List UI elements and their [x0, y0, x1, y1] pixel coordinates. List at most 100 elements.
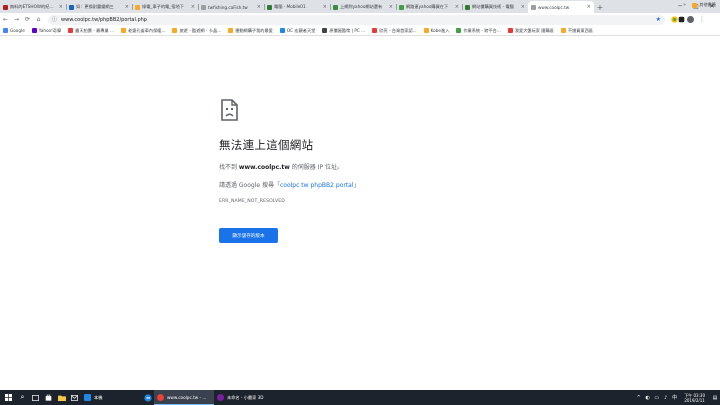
- browser-tab[interactable]: 電腦 - Mobile01 ×: [264, 1, 330, 13]
- bookmark-label: 運動網購子我的最愛: [235, 27, 273, 33]
- url-text[interactable]: www.coolpc.tw/phpBB2/portal.php: [61, 17, 656, 23]
- tray-icon[interactable]: ^: [634, 390, 643, 405]
- browser-tab[interactable]: 綠電_車子的電_宿地下 ×: [132, 1, 198, 13]
- task-view-button[interactable]: [29, 390, 42, 405]
- browser-tab[interactable]: twfishing.caFish.tw ×: [198, 1, 264, 13]
- bookmark-label: 露天拍賣 - 最專業 ...: [75, 27, 114, 33]
- tray-icon[interactable]: ◐: [643, 390, 652, 405]
- error-host: www.coolpc.tw: [238, 164, 290, 171]
- browser-tab[interactable]: 無料的ETSHOW的紀念館 ×: [0, 1, 66, 13]
- error-desc-suffix: 的伺服器 IP 位址。: [289, 164, 343, 171]
- error-description: 找不到 www.coolpc.tw 的伺服器 IP 位址。: [219, 162, 419, 171]
- page-content: 無法連上這個網站 找不到 www.coolpc.tw 的伺服器 IP 位址。 請…: [0, 37, 720, 390]
- tab-close-icon[interactable]: ×: [455, 4, 459, 10]
- browser-tab[interactable]: www.coolpc.tw ×: [528, 1, 594, 13]
- home-button[interactable]: ⌂: [33, 14, 44, 25]
- browser-menu-button[interactable]: ⋮: [696, 14, 708, 25]
- bookmark-item[interactable]: 原價屋酷幣 | PC ...: [322, 28, 365, 34]
- tab-close-icon[interactable]: ×: [323, 4, 327, 10]
- bookmark-item[interactable]: 不錯買東西區: [560, 28, 593, 34]
- tab-title: www.coolpc.tw: [538, 4, 570, 10]
- toolbar-actions: ⋮: [671, 14, 708, 25]
- edge-button[interactable]: [141, 390, 154, 405]
- taskbar-app-pinned[interactable]: 本機: [81, 390, 141, 405]
- bookmark-label: 旅遊 - 酷遊網 - 卡晶...: [179, 27, 222, 33]
- store-button[interactable]: [42, 390, 55, 405]
- extension-icon[interactable]: [671, 14, 678, 25]
- browser-tab[interactable]: 網站價購買技術 - 電腦 ×: [462, 1, 528, 13]
- tab-favicon-icon: [135, 4, 140, 10]
- tab-title: 電腦 - Mobile01: [274, 4, 306, 9]
- tab-close-icon[interactable]: ×: [191, 4, 195, 10]
- tray-icon[interactable]: 中: [670, 390, 679, 405]
- taskbar-pinned-label: 本機: [94, 394, 103, 400]
- taskbar: ⌕ 本機 www.coolpc.tw - ... 未命名 - 小畫家 3D ^ ◐ ▭…: [0, 390, 720, 405]
- browser-tab[interactable]: 網路連yahoo購買在下 ×: [396, 1, 462, 13]
- suggestion-suffix: 」: [353, 182, 360, 189]
- site-info-icon[interactable]: ⓘ: [52, 16, 57, 23]
- bookmark-item[interactable]: 我愛大盤玩家 團購區: [507, 27, 554, 34]
- show-saved-copy-button[interactable]: 顯示儲存的版本: [219, 228, 278, 243]
- bookmark-favicon-icon: [228, 28, 234, 33]
- tab-favicon-icon: [201, 4, 206, 10]
- notification-center-button[interactable]: ▤: [710, 390, 720, 405]
- other-bookmarks[interactable]: 其他書籤: [692, 0, 716, 10]
- tab-title: 上網到yahoo網站還有: [340, 4, 383, 9]
- tab-close-icon[interactable]: ×: [59, 4, 63, 10]
- bookmark-item[interactable]: 老婆孔雀車內保暖...: [120, 28, 165, 34]
- bookmark-item[interactable]: 旅遊 - 酷遊網 - 卡晶...: [172, 28, 221, 34]
- bookmark-item[interactable]: 運動網購子我的最愛: [228, 28, 273, 34]
- bookmark-item[interactable]: Kobe進入: [423, 28, 449, 34]
- bookmark-item[interactable]: Google: [3, 28, 25, 33]
- bookmark-label: 原價屋酷幣 | PC ...: [329, 27, 366, 33]
- bookmark-item[interactable]: 作業系統 - 跨平台...: [456, 28, 501, 34]
- tray-icon[interactable]: ♪: [661, 390, 670, 405]
- google-search-link[interactable]: coolpc tw phpBB2 portal: [280, 182, 354, 189]
- windows-icon: [4, 394, 12, 401]
- other-bookmarks-label: 其他書籤: [699, 2, 716, 7]
- mail-icon: [71, 394, 78, 401]
- tab-close-icon[interactable]: ×: [587, 4, 591, 10]
- bookmark-label: OC 宏觀者天堂: [286, 27, 316, 33]
- folder-button[interactable]: [55, 390, 68, 405]
- tab-title: 綠電_車子的電_宿地下: [142, 4, 184, 9]
- bookmark-favicon-icon: [3, 28, 8, 33]
- bookmark-item[interactable]: 欣亮 - 台灣首家認...: [372, 28, 417, 34]
- taskbar-task-label: www.coolpc.tw - ...: [167, 394, 207, 400]
- taskbar-task[interactable]: 未命名 - 小畫家 3D: [214, 390, 274, 405]
- taskbar-tasks: www.coolpc.tw - ... 未命名 - 小畫家 3D: [154, 390, 274, 405]
- tab-favicon-icon: [267, 4, 272, 10]
- new-tab-button[interactable]: +: [594, 1, 606, 13]
- bookmark-item[interactable]: Yahoo!奇摩: [31, 27, 62, 34]
- bookmark-favicon-icon: [423, 28, 429, 33]
- bookmark-favicon-icon: [507, 28, 513, 33]
- taskbar-task-label: 未命名 - 小畫家 3D: [227, 394, 264, 400]
- tab-close-icon[interactable]: ×: [125, 4, 129, 10]
- profile-avatar[interactable]: [687, 16, 694, 23]
- tab-favicon-icon: [333, 4, 338, 10]
- forward-button[interactable]: →: [11, 14, 22, 25]
- reload-button[interactable]: ⟳: [22, 14, 33, 25]
- bookmark-label: Yahoo!奇摩: [38, 27, 62, 33]
- tab-close-icon[interactable]: ×: [389, 4, 393, 10]
- clock[interactable]: 下午 03:30 2019/2/11: [684, 393, 705, 403]
- start-button[interactable]: [0, 390, 16, 405]
- extension-icon-2[interactable]: [678, 14, 685, 25]
- bookmark-favicon-icon: [172, 28, 178, 33]
- browser-tab[interactable]: 如：更換耐震鐵網三 ×: [66, 1, 132, 13]
- bookmark-label: 我愛大盤玩家 團購區: [514, 27, 554, 33]
- taskbar-task[interactable]: www.coolpc.tw - ...: [154, 390, 214, 405]
- bookmark-star-icon[interactable]: ★: [656, 16, 661, 23]
- search-button[interactable]: ⌕: [16, 390, 29, 405]
- back-button[interactable]: ←: [0, 14, 11, 25]
- bookmarks-overflow-button[interactable]: »: [683, 2, 686, 8]
- mail-button[interactable]: [68, 390, 81, 405]
- tray-icons: ^ ◐ ▭ ♪ 中: [634, 390, 679, 405]
- address-bar[interactable]: ⓘ www.coolpc.tw/phpBB2/portal.php ★: [48, 14, 665, 25]
- tray-icon[interactable]: ▭: [652, 390, 661, 405]
- bookmark-item[interactable]: 露天拍賣 - 最專業 ...: [68, 28, 114, 34]
- bookmark-item[interactable]: OC 宏觀者天堂: [279, 27, 316, 34]
- tab-close-icon[interactable]: ×: [521, 4, 525, 10]
- tab-close-icon[interactable]: ×: [257, 4, 261, 10]
- browser-tab[interactable]: 上網到yahoo網站還有 ×: [330, 1, 396, 13]
